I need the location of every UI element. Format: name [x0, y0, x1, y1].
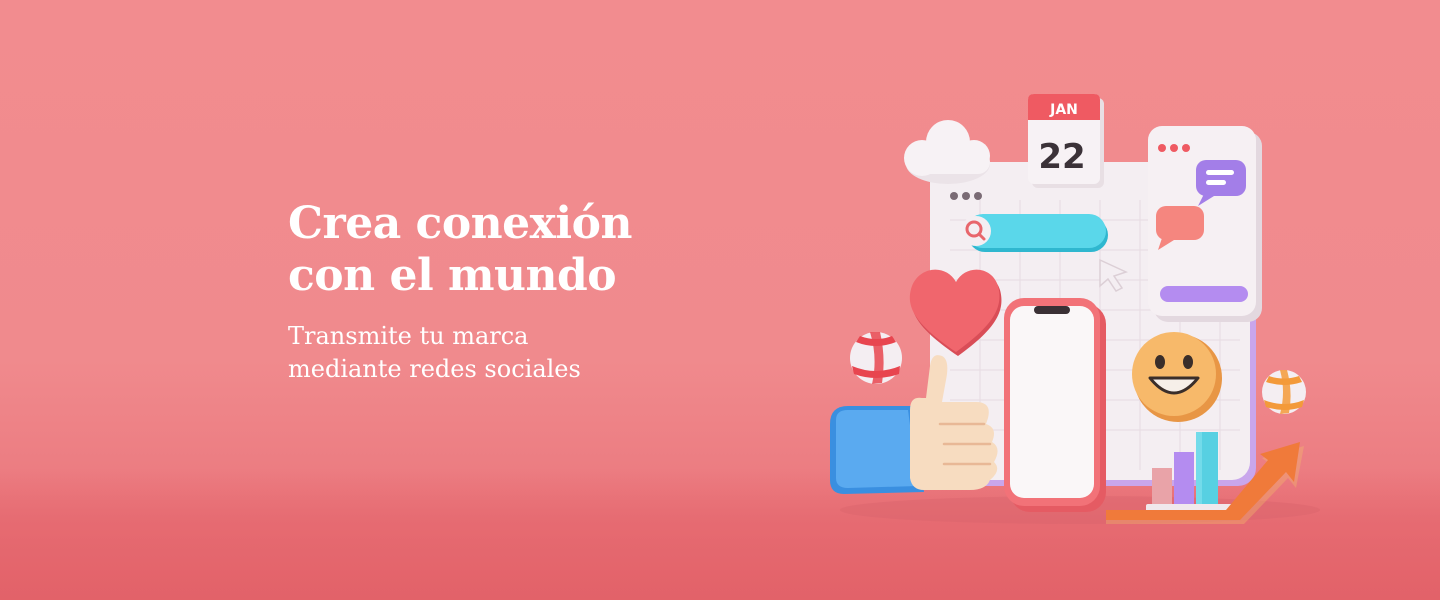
subline-line-1: Transmite tu marca	[288, 322, 529, 350]
input-bar	[1160, 286, 1248, 302]
smartphone	[1004, 298, 1106, 512]
calendar-month: JAN	[1049, 102, 1078, 118]
cloud-icon	[904, 120, 990, 184]
beach-ball-icon-right	[1262, 370, 1306, 414]
beach-ball-icon	[850, 332, 902, 384]
headline-line-1: Crea conexión	[288, 198, 632, 249]
headline-line-2: con el mundo	[288, 250, 617, 301]
hero-headline: Crea conexión con el mundo	[288, 198, 708, 302]
search-bar	[961, 214, 1108, 252]
hero-banner: Crea conexión con el mundo Transmite tu …	[0, 0, 1440, 600]
chat-window	[1148, 126, 1262, 322]
calendar-icon: JAN 22	[1028, 94, 1104, 188]
calendar-day: 22	[1038, 137, 1085, 177]
subline-line-2: mediante redes sociales	[288, 355, 581, 383]
search-icon	[961, 216, 991, 246]
social-media-illustration: JAN 22	[800, 80, 1360, 600]
illustration-svg: JAN 22	[830, 94, 1320, 524]
hero-subline: Transmite tu marca mediante redes social…	[288, 320, 708, 386]
